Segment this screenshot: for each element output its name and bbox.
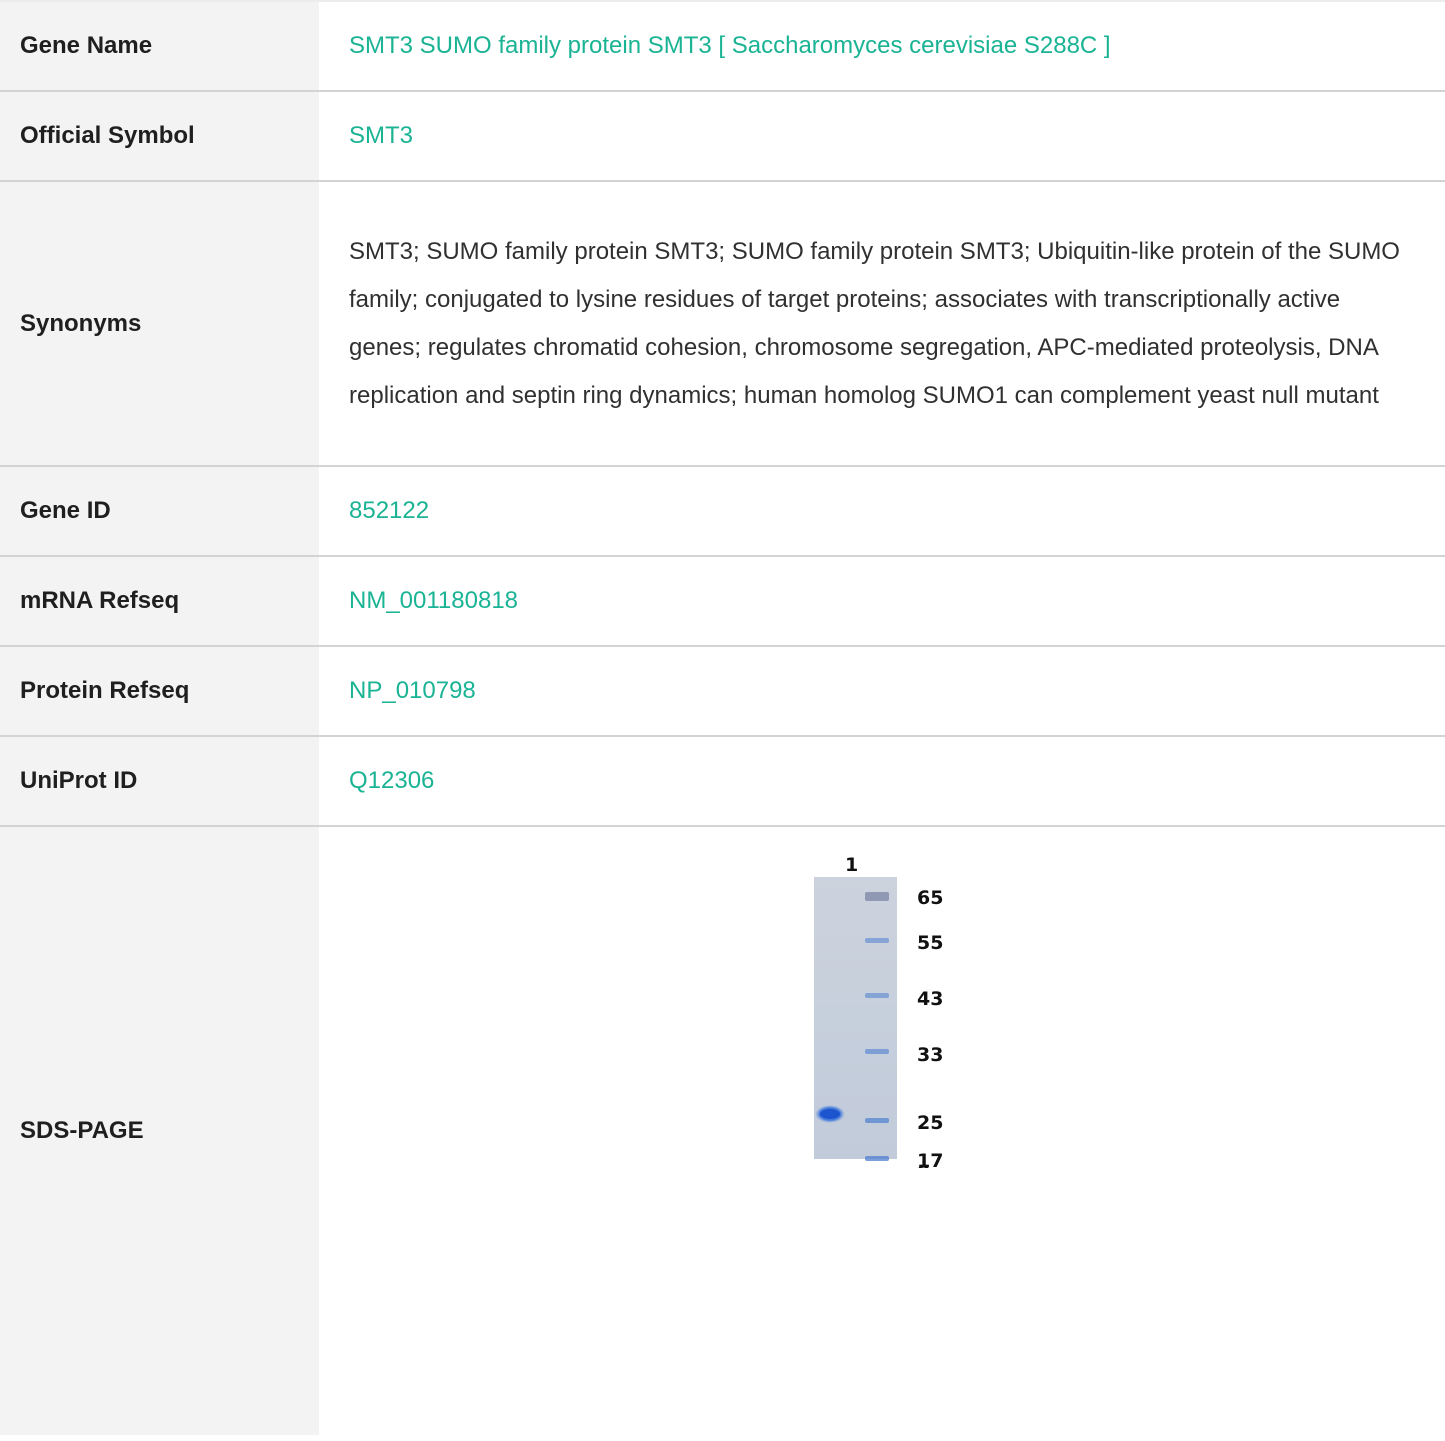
gel-svg: 1 180130956555433325178 xyxy=(814,736,949,1184)
row-synonyms: Synonyms SMT3; SUMO family protein SMT3;… xyxy=(0,181,1445,466)
gene-id-label: Gene ID xyxy=(0,466,319,556)
protein-refseq-value[interactable]: NP_010798 xyxy=(319,646,1445,736)
uniprot-id-value[interactable]: Q12306 xyxy=(319,736,1445,826)
ladder-band-33 xyxy=(865,1049,889,1054)
lane-1-label: 1 xyxy=(845,854,858,876)
uniprot-id-link[interactable]: Q12306 xyxy=(349,767,434,794)
official-symbol-label: Official Symbol xyxy=(0,91,319,181)
ladder-band-55 xyxy=(865,938,889,943)
gene-info-table: Gene Name SMT3 SUMO family protein SMT3 … xyxy=(0,0,1445,1435)
uniprot-id-label: UniProt ID xyxy=(0,736,319,826)
row-uniprot-id: UniProt ID Q12306 xyxy=(0,736,1445,826)
gene-id-value[interactable]: 852122 xyxy=(319,466,1445,556)
gene-name-label: Gene Name xyxy=(0,1,319,91)
gene-name-value[interactable]: SMT3 SUMO family protein SMT3 [ Saccharo… xyxy=(319,1,1445,91)
ladder-band-25 xyxy=(865,1118,889,1123)
ladder-band-65 xyxy=(865,892,889,901)
row-gene-name: Gene Name SMT3 SUMO family protein SMT3 … xyxy=(0,1,1445,91)
gene-name-link[interactable]: SMT3 SUMO family protein SMT3 [ Saccharo… xyxy=(349,32,1111,59)
mrna-refseq-link[interactable]: NM_001180818 xyxy=(349,587,518,614)
row-gene-id: Gene ID 852122 xyxy=(0,466,1445,556)
ladder-band-17 xyxy=(865,1156,889,1161)
marker-label-43: 43 xyxy=(917,988,943,1010)
marker-label-65: 65 xyxy=(917,887,943,909)
gene-id-link[interactable]: 852122 xyxy=(349,497,429,524)
sds-page-gel-image: 1 180130956555433325178 xyxy=(805,736,959,1184)
marker-label-55: 55 xyxy=(917,932,943,954)
marker-labels: 180130956555433325178 xyxy=(909,736,949,1184)
marker-label-8: 8 xyxy=(917,1162,930,1168)
sds-page-label: SDS-PAGE xyxy=(0,826,319,1435)
synonyms-label: Synonyms xyxy=(0,181,319,466)
row-official-symbol: Official Symbol SMT3 xyxy=(0,91,1445,181)
marker-label-33: 33 xyxy=(917,1044,943,1066)
mrna-refseq-value[interactable]: NM_001180818 xyxy=(319,556,1445,646)
official-symbol-value[interactable]: SMT3 xyxy=(319,91,1445,181)
row-protein-refseq: Protein Refseq NP_010798 xyxy=(0,646,1445,736)
sds-page-image-cell: 1 180130956555433325178 xyxy=(319,736,1445,1435)
ladder-band-43 xyxy=(865,993,889,998)
protein-refseq-label: Protein Refseq xyxy=(0,646,319,736)
protein-refseq-link[interactable]: NP_010798 xyxy=(349,677,476,704)
row-sds-page: SDS-PAGE 1 65 55 43 33 25 17 xyxy=(0,736,1445,1435)
synonyms-value: SMT3; SUMO family protein SMT3; SUMO fam… xyxy=(319,181,1445,466)
sample-band-core xyxy=(820,1109,840,1119)
mrna-refseq-label: mRNA Refseq xyxy=(0,556,319,646)
row-mrna-refseq: mRNA Refseq NM_001180818 xyxy=(0,556,1445,646)
marker-label-25: 25 xyxy=(917,1112,943,1134)
official-symbol-link[interactable]: SMT3 xyxy=(349,122,413,149)
